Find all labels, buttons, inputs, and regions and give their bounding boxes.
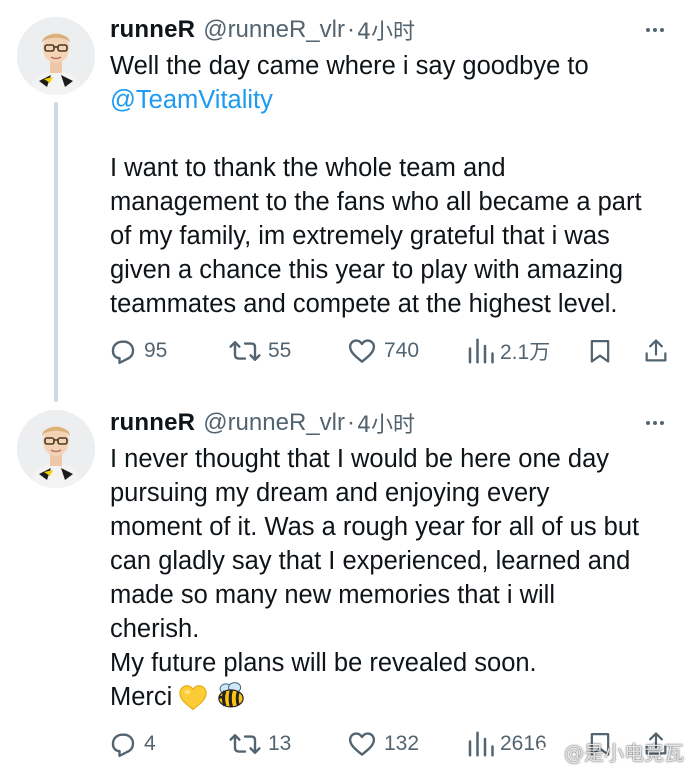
tweet-timestamp[interactable]: 4小时: [357, 14, 415, 46]
repost-icon: [229, 341, 261, 361]
like-button[interactable]: 740: [346, 334, 419, 368]
like-count: 132: [384, 732, 420, 755]
repost-count: 55: [268, 339, 292, 362]
action-bar: 95 55 740 2.1万: [108, 334, 672, 368]
avatar[interactable]: [17, 17, 95, 95]
bookmark-icon: [590, 339, 610, 363]
tweet-line: My future plans will be revealed soon.: [110, 649, 537, 677]
tweet-header: runneR @runneR_vlr · 4小时: [110, 15, 630, 45]
tweet-text: I never thought that I would be here one…: [110, 442, 675, 714]
share-button[interactable]: [642, 334, 670, 368]
tweet-line: Well the day came where i say goodbye to: [110, 52, 589, 80]
like-count: 740: [384, 339, 420, 362]
views-icon: [468, 731, 494, 757]
bee-emoji: [214, 681, 248, 720]
merci-text: Merci: [110, 683, 173, 711]
views-button[interactable]: 2.1万: [466, 334, 550, 368]
share-icon: [645, 339, 667, 362]
weibo-logo-icon: [534, 742, 559, 763]
repost-button[interactable]: 13: [228, 727, 291, 761]
repost-icon: [229, 734, 261, 754]
watermark-text: @是小电竞瓦: [564, 741, 684, 765]
user-handle[interactable]: @runneR_vlr: [203, 16, 345, 44]
tweet-timestamp[interactable]: 4小时: [357, 407, 415, 439]
watermark: @是小电竞瓦: [534, 737, 684, 766]
views-icon: [468, 338, 494, 364]
tweet-line: cherish.: [110, 615, 200, 643]
reply-count: 4: [144, 732, 156, 755]
repost-button[interactable]: 55: [228, 334, 291, 368]
header-separator: ·: [346, 409, 355, 436]
reply-count: 95: [144, 339, 168, 362]
user-handle[interactable]: @runneR_vlr: [203, 409, 345, 437]
tweet-1[interactable]: runneR @runneR_vlr · 4小时 Well the day ca…: [0, 0, 690, 402]
tweet-header: runneR @runneR_vlr · 4小时: [110, 408, 630, 438]
reply-button[interactable]: 95: [108, 334, 167, 368]
heart-icon: [348, 732, 376, 756]
more-icon[interactable]: [640, 408, 670, 438]
tweet-line: I want to thank the whole team and: [110, 154, 506, 182]
tweet-line: made so many new memories that i will: [110, 581, 555, 609]
tweet-text: Well the day came where i say goodbye to…: [110, 49, 675, 321]
bookmark-button[interactable]: [586, 334, 614, 368]
tweet-line: given a chance this year to play with am…: [110, 256, 624, 284]
reply-button[interactable]: 4: [108, 727, 156, 761]
header-separator: ·: [346, 16, 355, 43]
tweet-line: management to the fans who all became a …: [110, 188, 642, 216]
like-button[interactable]: 132: [346, 727, 419, 761]
reply-icon: [111, 340, 135, 365]
tweet-line: can gladly say that I experienced, learn…: [110, 547, 631, 575]
tweet-line: of my family, im extremely grateful that…: [110, 222, 610, 250]
tweet-line: moment of it. Was a rough year for all o…: [110, 513, 640, 541]
tweet-2[interactable]: runneR @runneR_vlr · 4小时 I never thought…: [0, 395, 690, 774]
views-count: 2.1万: [500, 341, 551, 364]
tweet-line-merci: Merci: [110, 680, 675, 714]
tweet-line: teammates and compete at the highest lev…: [110, 290, 618, 318]
display-name[interactable]: runneR: [110, 409, 195, 437]
reply-icon: [111, 733, 135, 758]
repost-count: 13: [268, 732, 292, 755]
yellow-heart-emoji: [178, 683, 208, 720]
mention-link[interactable]: @TeamVitality: [110, 86, 273, 114]
heart-icon: [348, 339, 376, 363]
display-name[interactable]: runneR: [110, 16, 195, 44]
tweet-line: pursuing my dream and enjoying every: [110, 479, 550, 507]
tweet-line: I never thought that I would be here one…: [110, 445, 610, 473]
thread-connector-line: [54, 102, 58, 402]
more-icon[interactable]: [640, 15, 670, 45]
avatar[interactable]: [17, 410, 95, 488]
